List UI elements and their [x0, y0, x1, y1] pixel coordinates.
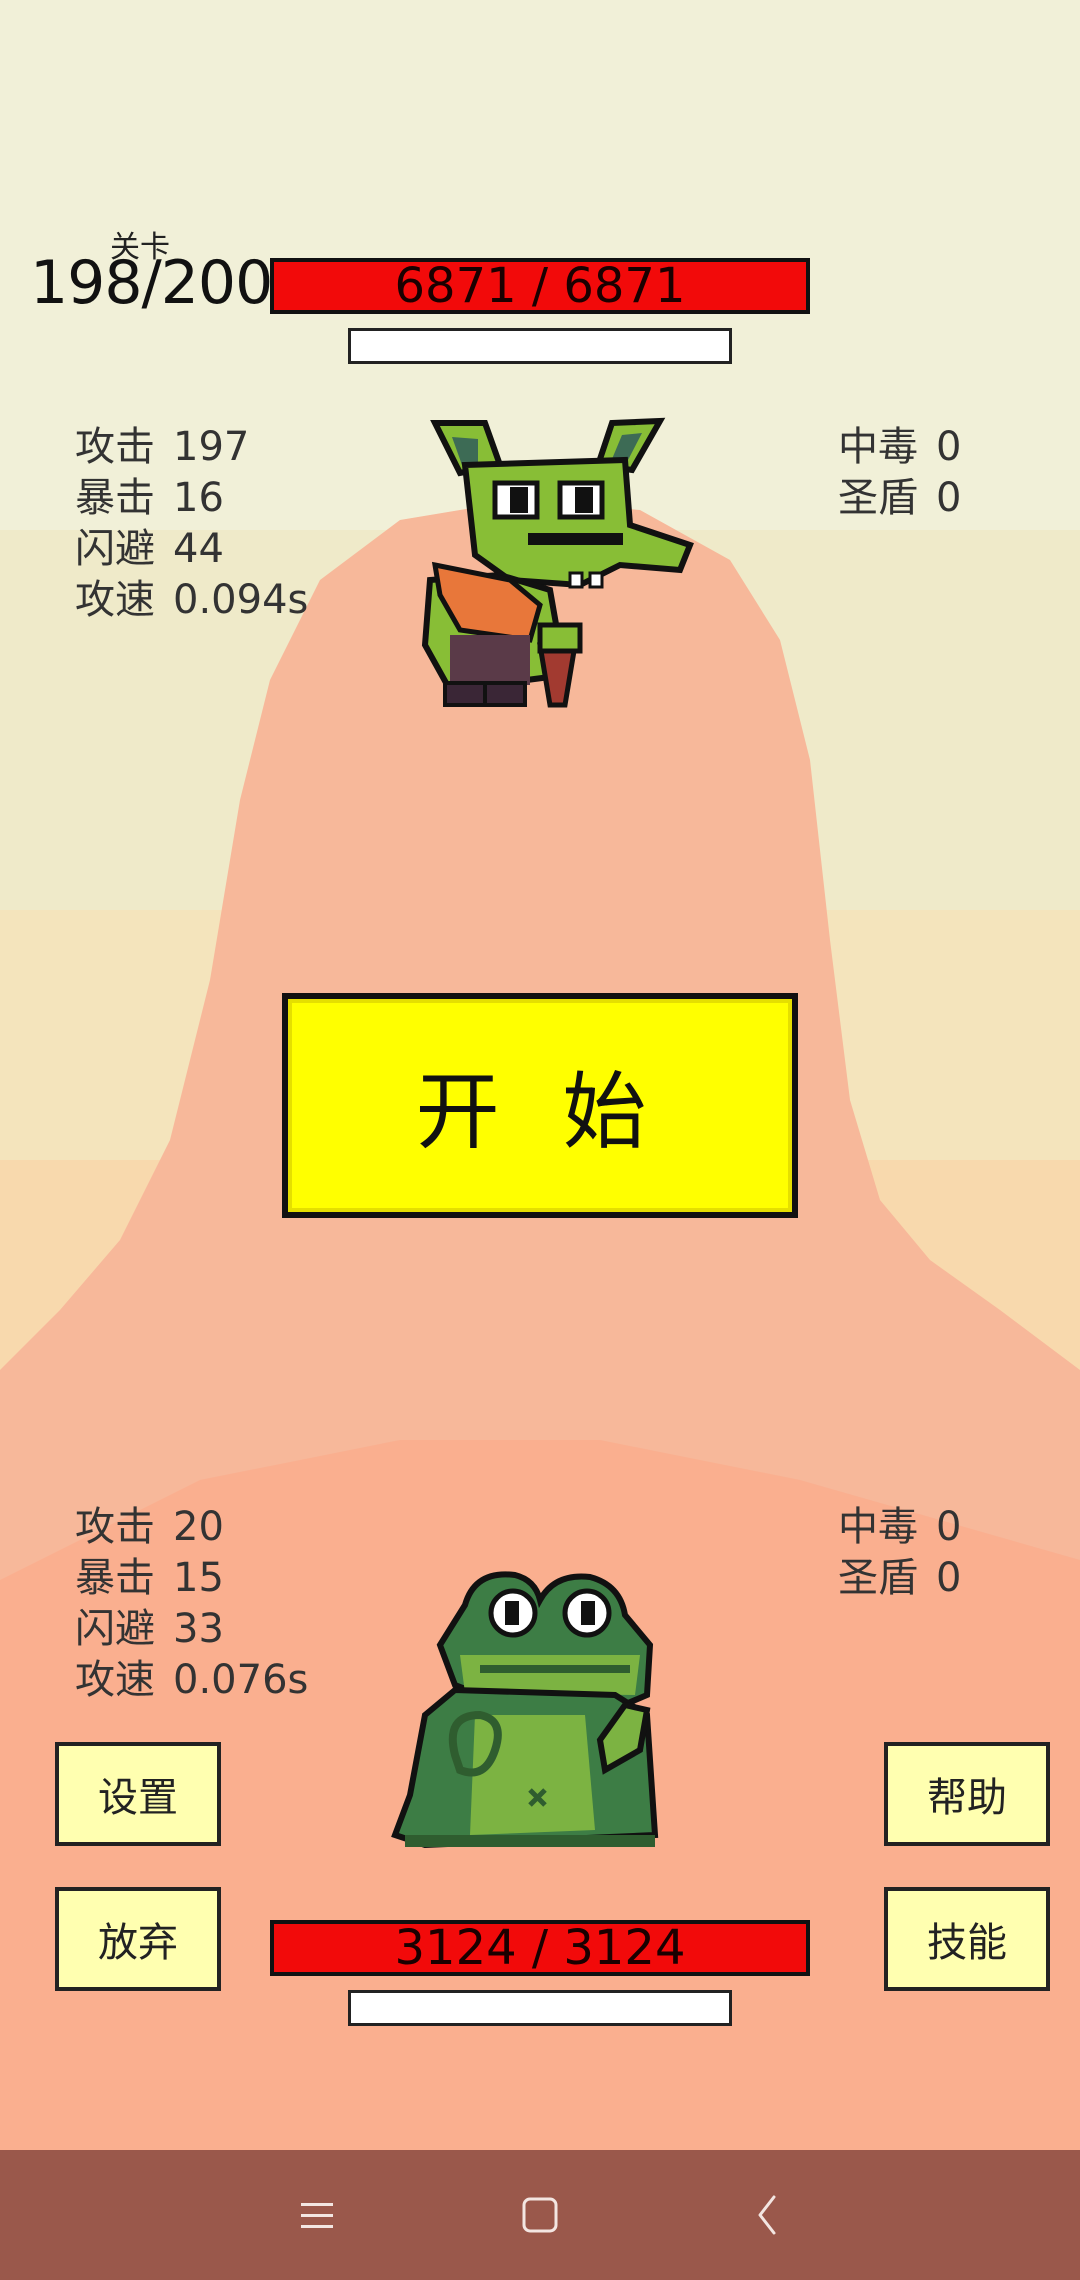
enemy-stat-dodge: 闪避 44 — [75, 526, 224, 572]
enemy-stat-poison: 中毒 0 — [838, 424, 962, 470]
help-button[interactable]: 帮助 — [884, 1742, 1050, 1846]
give-up-button[interactable]: 放弃 — [55, 1887, 221, 1991]
back-chevron-icon[interactable] — [728, 2175, 808, 2255]
player-stat-dodge: 闪避 33 — [75, 1606, 224, 1652]
enemy-hp-bar: 6871 / 6871 — [270, 258, 810, 314]
player-stat-crit: 暴击 15 — [75, 1555, 224, 1601]
enemy-hp-text: 6871 / 6871 — [394, 258, 686, 314]
player-stat-attack-speed: 攻速 0.076s — [75, 1657, 309, 1703]
skills-button[interactable]: 技能 — [884, 1887, 1050, 1991]
player-attack-timer-bar — [348, 1990, 732, 2026]
goblin-enemy-sprite — [421, 417, 694, 708]
enemy-status-effects: 中毒 0 圣盾 0 — [838, 422, 961, 524]
enemy-attack-timer-bar — [348, 328, 732, 364]
enemy-stats: 攻击 197 暴击 16 闪避 44 攻速 0.094s — [75, 422, 308, 626]
frog-player-sprite — [391, 1571, 659, 1849]
menu-icon[interactable] — [277, 2175, 357, 2255]
player-status-effects: 中毒 0 圣盾 0 — [838, 1502, 961, 1604]
player-stats: 攻击 20 暴击 15 闪避 33 攻速 0.076s — [75, 1502, 308, 1706]
player-stat-attack: 攻击 20 — [75, 1504, 224, 1550]
level-counter: 198/200 — [30, 248, 273, 318]
enemy-stat-shield: 圣盾 0 — [838, 475, 962, 521]
start-button[interactable]: 开 始 — [282, 993, 798, 1218]
player-hp-bar: 3124 / 3124 — [270, 1920, 810, 1976]
home-square-icon[interactable] — [500, 2175, 580, 2255]
system-navigation-bar — [0, 2150, 1080, 2280]
enemy-stat-crit: 暴击 16 — [75, 475, 224, 521]
enemy-stat-attack: 攻击 197 — [75, 424, 250, 470]
settings-button[interactable]: 设置 — [55, 1742, 221, 1846]
player-hp-text: 3124 / 3124 — [394, 1920, 686, 1976]
player-stat-poison: 中毒 0 — [838, 1504, 962, 1550]
player-stat-shield: 圣盾 0 — [838, 1555, 962, 1601]
enemy-stat-attack-speed: 攻速 0.094s — [75, 577, 309, 623]
